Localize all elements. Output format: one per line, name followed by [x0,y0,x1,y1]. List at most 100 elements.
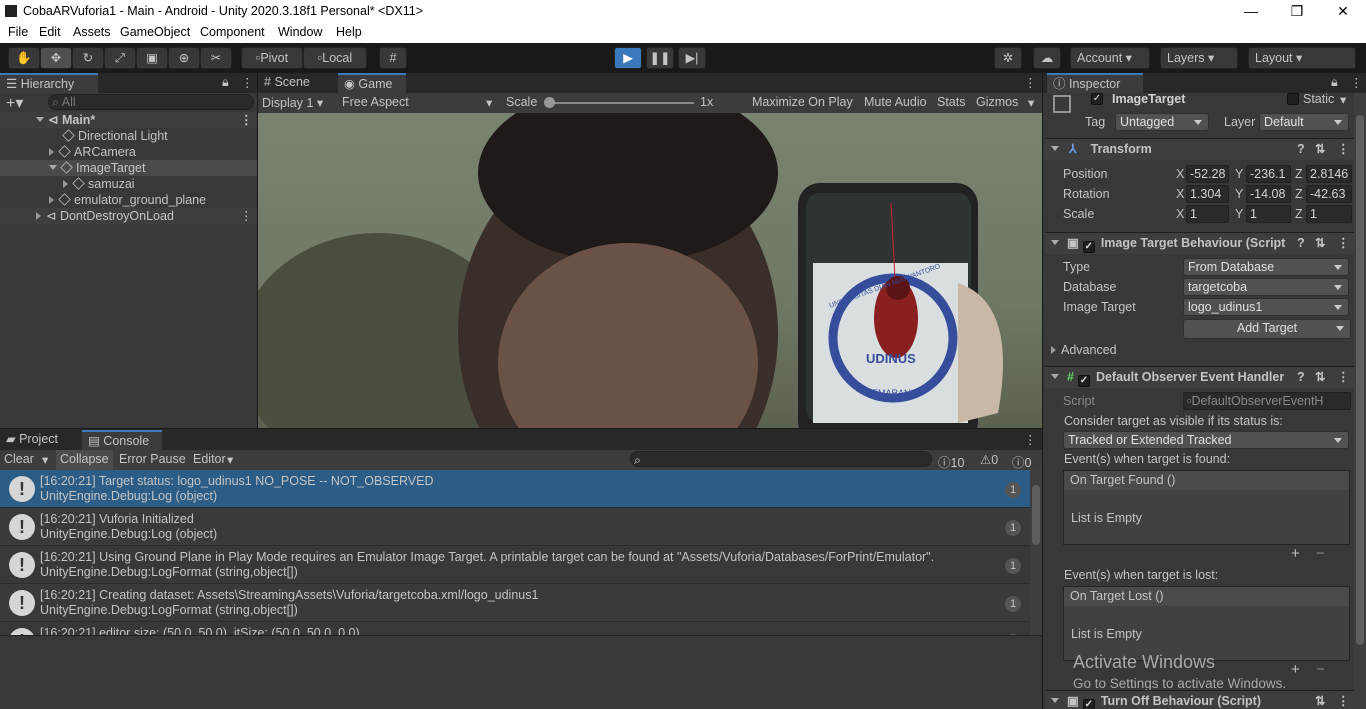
scale-x-field[interactable]: 1 [1186,205,1229,223]
clear-button[interactable]: Clear [4,452,34,466]
gizmos-dropdown[interactable]: Gizmos [976,95,1018,109]
found-add-button[interactable]: + [1291,545,1300,562]
menu-help[interactable]: Help [336,25,362,39]
component-menu-icon[interactable]: ⋮ [1337,233,1350,254]
help-icon[interactable]: ? [1297,139,1305,160]
layers-dropdown[interactable]: Layers ▾ [1160,47,1238,69]
lost-remove-button[interactable]: − [1316,661,1325,678]
hierarchy-item-arcamera[interactable]: ARCamera [0,144,257,160]
status-dropdown[interactable]: Tracked or Extended Tracked [1063,431,1349,449]
tag-dropdown[interactable]: Untagged [1115,113,1209,131]
custom-tool-icon[interactable]: ✂ [200,47,232,69]
maximize-on-play-toggle[interactable]: Maximize On Play [752,95,853,109]
lock-icon[interactable]: 🔒︎ [222,75,229,90]
hierarchy-search-input[interactable]: ⌕ All [48,94,254,110]
game-view[interactable]: UNIVERSITAS DIAN NUSWANTORO UDINUS SEMAR… [258,113,1042,428]
step-button[interactable]: ▶| [678,47,706,69]
log-row[interactable]: ! [16:20:21] Target status: logo_udinus1 … [0,470,1030,508]
preset-icon[interactable]: ⇅ [1315,691,1325,709]
tab-hierarchy[interactable]: ☰ Hierarchy [0,73,98,93]
rotate-tool-icon[interactable]: ↻ [72,47,104,69]
maximize-button[interactable]: ❐ [1274,0,1320,23]
add-target-button[interactable]: Add Target [1183,319,1351,339]
log-row[interactable]: ! [16:20:21] Creating dataset: Assets\Str… [0,584,1030,622]
clear-options-icon[interactable]: ▾ [42,452,48,467]
preset-icon[interactable]: ⇅ [1315,367,1325,388]
console-menu-icon[interactable]: ⋮ [1024,432,1037,447]
warning-count-toggle[interactable]: ⚠0 [980,452,998,467]
local-button[interactable]: ▫Local [303,47,367,69]
transform-header[interactable]: ⅄ Transform? ⇅ ⋮ [1045,138,1355,160]
turn-off-behaviour-header[interactable]: ▣ ✓ Turn Off Behaviour (Script) ⇅ ⋮ [1045,690,1355,709]
inspector-menu-icon[interactable]: ⋮ [1350,75,1363,90]
hierarchy-item-dontdestroyonload[interactable]: ⊲ DontDestroyOnLoad ⋮ [0,208,257,224]
pivot-button[interactable]: ▫Pivot [241,47,303,69]
component-menu-icon[interactable]: ⋮ [1337,367,1350,388]
console-search-input[interactable]: ⌕ [630,451,932,467]
component-menu-icon[interactable]: ⋮ [1337,139,1350,160]
menu-gameobject[interactable]: GameObject [120,25,190,39]
rotation-z-field[interactable]: -42.63 [1306,185,1352,203]
cloud-icon[interactable]: ☁ [1033,47,1061,69]
hierarchy-item-emulator-ground-plane[interactable]: emulator_ground_plane [0,192,257,208]
active-checkbox[interactable]: ✓ [1091,93,1103,105]
component-menu-icon[interactable]: ⋮ [1337,691,1350,709]
error-pause-toggle[interactable]: Error Pause [119,452,186,466]
database-dropdown[interactable]: targetcoba [1183,278,1349,296]
display-dropdown[interactable]: Display 1 ▾ [262,95,338,110]
create-button[interactable]: +▾ [6,93,23,113]
image-target-behaviour-header[interactable]: ▣ ✓ Image Target Behaviour (Script? ⇅ ⋮ [1045,232,1355,254]
aspect-dropdown[interactable]: Free Aspect ▾ [342,95,498,110]
scale-tool-icon[interactable]: ⤢ [104,47,136,69]
hierarchy-item-directional-light[interactable]: Directional Light [0,128,257,144]
transform-tool-icon[interactable]: ⊕ [168,47,200,69]
advanced-foldout[interactable]: Advanced [1051,343,1117,357]
rotation-y-field[interactable]: -14.08 [1246,185,1291,203]
menu-component[interactable]: Component [200,25,265,39]
pause-button[interactable]: ❚❚ [646,47,674,69]
help-icon[interactable]: ? [1297,367,1305,388]
doeh-enabled-checkbox[interactable]: ✓ [1077,375,1090,387]
console-scrollbar-thumb[interactable] [1032,485,1040,545]
hierarchy-item-imagetarget[interactable]: ImageTarget [0,160,257,176]
tab-console[interactable]: ▤ Console [82,430,162,450]
stats-toggle[interactable]: Stats [937,95,966,109]
tab-game[interactable]: ◉ Game [338,73,406,93]
type-dropdown[interactable]: From Database [1183,258,1349,276]
minimize-button[interactable]: — [1228,0,1274,23]
gizmos-arrow-icon[interactable]: ▾ [1028,95,1034,110]
preset-icon[interactable]: ⇅ [1315,233,1325,254]
error-count-toggle[interactable]: ⓘ0 [1012,452,1031,471]
menu-edit[interactable]: Edit [39,25,61,39]
tab-scene[interactable]: # Scene [258,73,336,93]
lost-add-button[interactable]: + [1291,661,1300,678]
log-count-toggle[interactable]: ⓘ10 [938,452,964,471]
scale-y-field[interactable]: 1 [1246,205,1291,223]
image-target-dropdown[interactable]: logo_udinus1 [1183,298,1349,316]
menu-assets[interactable]: Assets [73,25,111,39]
position-z-field[interactable]: 2.8146 [1306,165,1352,183]
log-row[interactable]: ! [16:20:21] Using Ground Plane in Play M… [0,546,1030,584]
hierarchy-menu-icon[interactable]: ⋮ [241,75,254,90]
collab-icon[interactable]: ✲ [994,47,1022,69]
tab-inspector[interactable]: ⓘ Inspector [1047,73,1143,93]
scale-slider-thumb[interactable] [544,97,555,108]
position-y-field[interactable]: -236.1 [1246,165,1291,183]
rotation-x-field[interactable]: 1.304 [1186,185,1229,203]
inspector-scrollbar-thumb[interactable] [1356,115,1364,645]
collapse-toggle[interactable]: Collapse [56,450,113,470]
row-menu-icon[interactable]: ⋮ [240,112,253,128]
layout-dropdown[interactable]: Layout ▾ [1248,47,1356,69]
preset-icon[interactable]: ⇅ [1315,139,1325,160]
position-x-field[interactable]: -52.28 [1186,165,1229,183]
editor-dropdown[interactable]: Editor [193,452,226,466]
static-arrow-icon[interactable]: ▾ [1340,93,1346,107]
hierarchy-item-samuzai[interactable]: samuzai [0,176,257,192]
account-dropdown[interactable]: Account ▾ [1070,47,1150,69]
scale-slider[interactable] [546,102,694,104]
scale-z-field[interactable]: 1 [1306,205,1352,223]
observer-handler-header[interactable]: # ✓ Default Observer Event Handler? ⇅ ⋮ [1045,366,1355,388]
found-remove-button[interactable]: − [1316,545,1325,562]
game-menu-icon[interactable]: ⋮ [1024,75,1037,90]
menu-window[interactable]: Window [278,25,322,39]
